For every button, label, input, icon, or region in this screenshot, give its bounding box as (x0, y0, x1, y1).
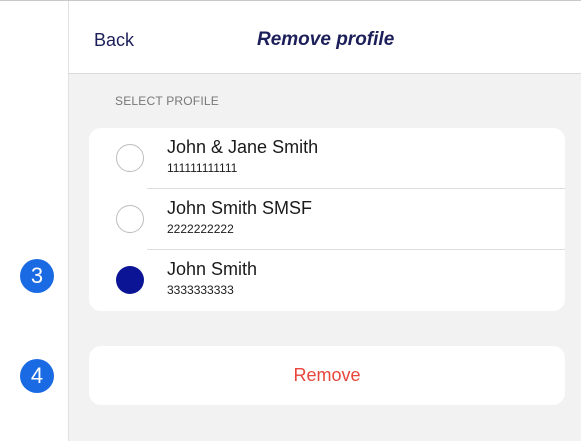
navigation-header: Back Remove profile (69, 1, 581, 74)
radio-button-selected[interactable] (116, 266, 144, 294)
step-badge-3: 3 (20, 259, 54, 293)
profile-name: John & Jane Smith (167, 137, 319, 157)
section-label: SELECT PROFILE (115, 94, 219, 108)
profile-name: John Smith (167, 259, 258, 279)
profile-number: 2222222222 (167, 222, 234, 236)
radio-button-unselected[interactable] (116, 205, 144, 233)
remove-label: Remove (293, 365, 361, 385)
step-badge-4: 4 (20, 359, 54, 393)
page-title: Remove profile (257, 29, 395, 50)
back-button[interactable]: Back (94, 30, 134, 51)
radio-button-unselected[interactable] (116, 144, 144, 172)
main-content: SELECT PROFILE John & Jane Smith 1111111… (69, 74, 581, 441)
profile-number: 3333333333 (167, 283, 234, 297)
profile-list: John & Jane Smith 111111111111 John Smit… (89, 128, 565, 311)
profile-option-2[interactable]: John Smith SMSF 2222222222 (89, 189, 565, 249)
profile-number: 111111111111 (167, 161, 238, 175)
profile-option-1[interactable]: John & Jane Smith 111111111111 (89, 128, 565, 188)
profile-name: John Smith SMSF (167, 198, 313, 218)
screen: Back Remove profile SELECT PROFILE John … (0, 0, 581, 441)
remove-button[interactable]: Remove (89, 346, 565, 405)
profile-option-3[interactable]: John Smith 3333333333 (89, 250, 565, 310)
